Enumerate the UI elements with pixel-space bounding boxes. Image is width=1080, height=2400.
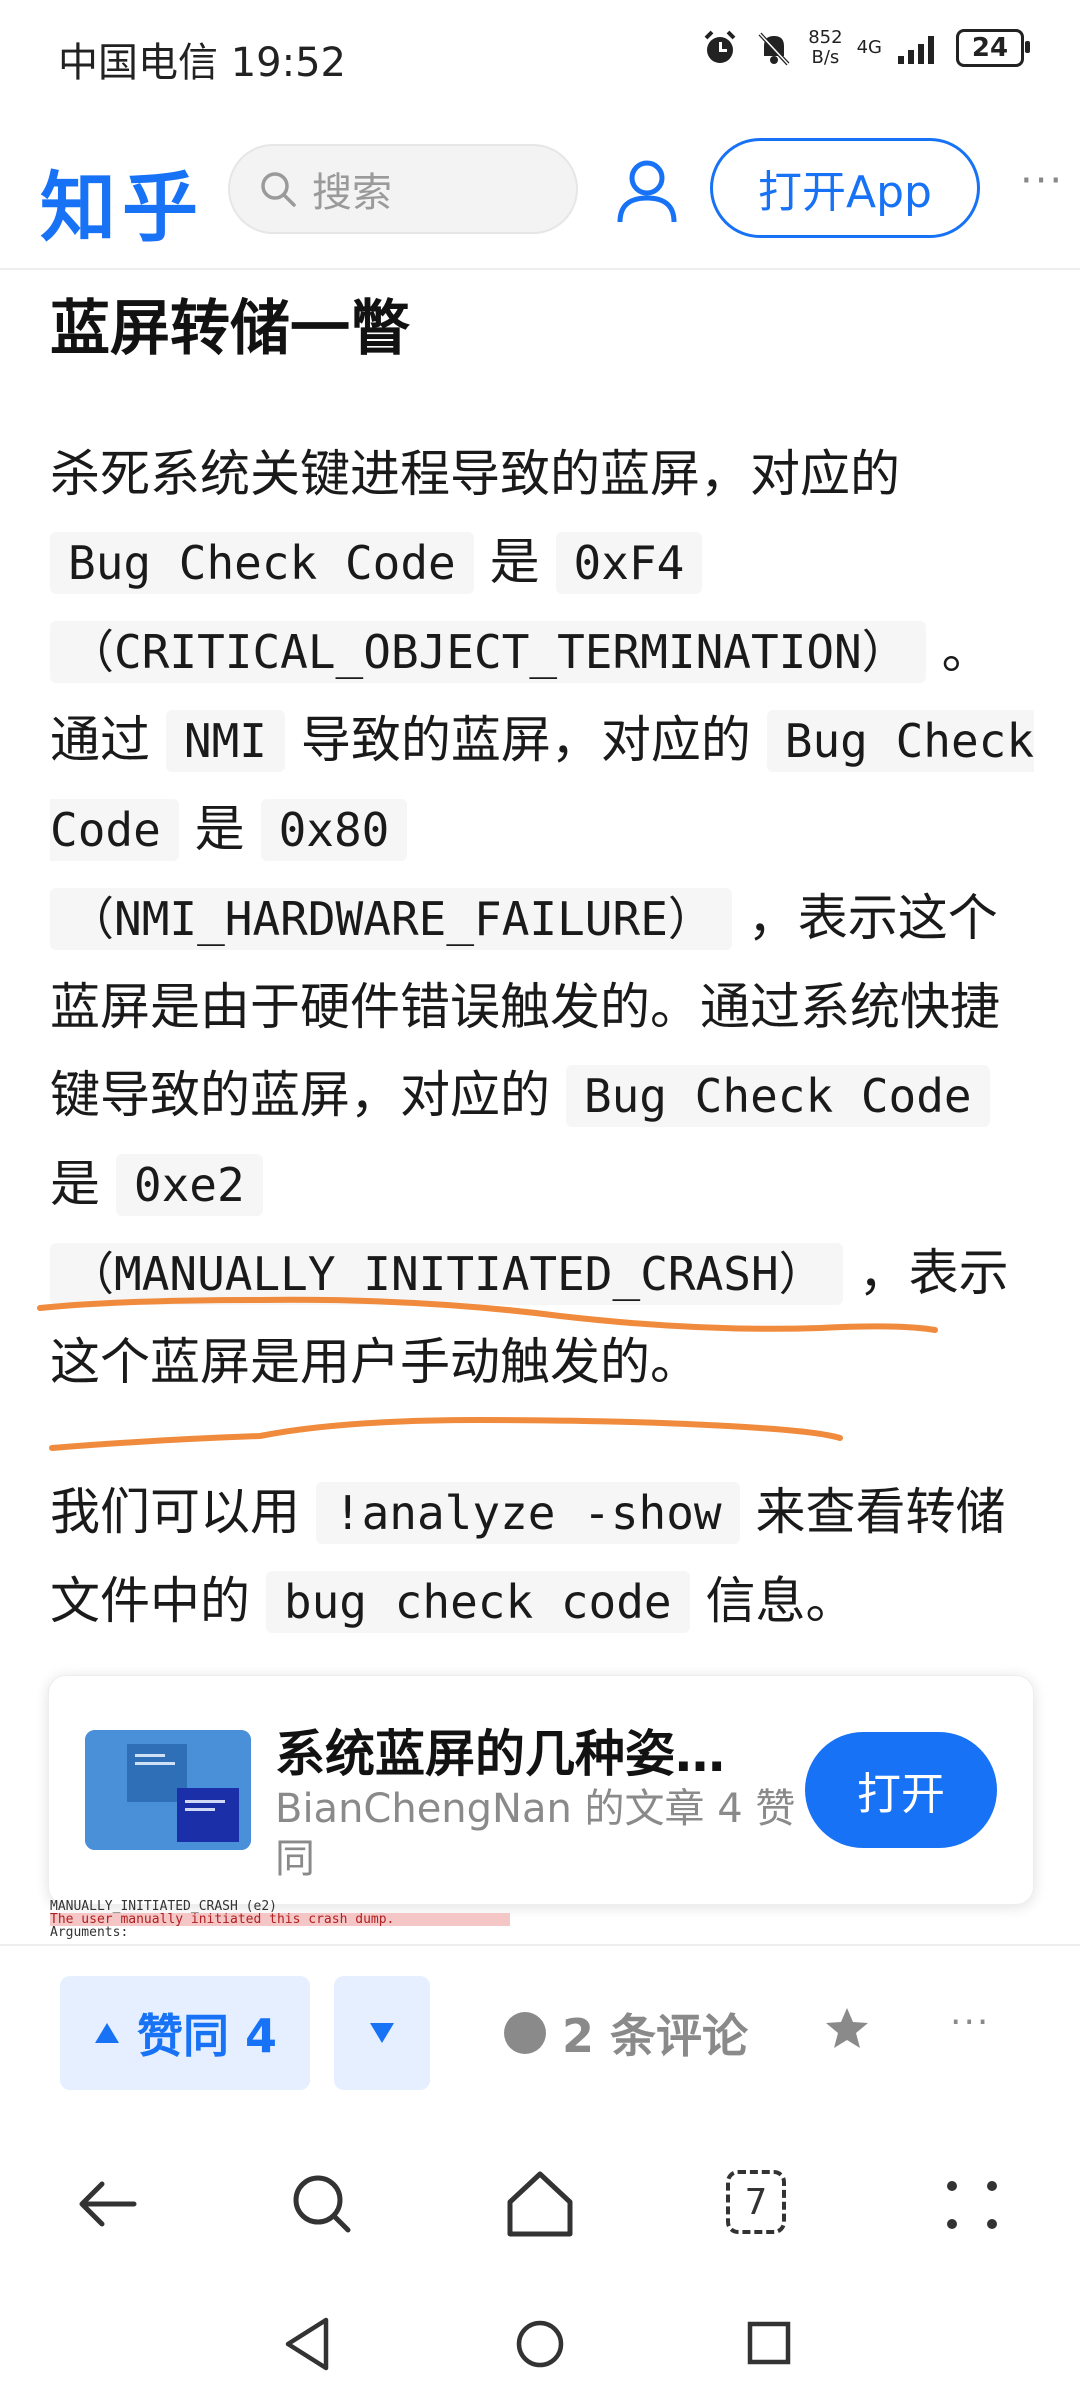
more-icon[interactable]: ··· — [1020, 158, 1064, 204]
zhihu-logo[interactable]: 知乎 — [40, 146, 204, 256]
nav-home-icon[interactable] — [514, 2318, 566, 2370]
paragraph-analyze: 我们可以用 !analyze -show 来查看转储文件中的 bug check… — [50, 1468, 1040, 1646]
inline-code: !analyze -show — [315, 1482, 740, 1544]
net-speed: 852 B/s — [808, 27, 843, 68]
comments-button[interactable]: 2 条评论 — [504, 2000, 748, 2066]
battery-indicator: 24 — [956, 29, 1030, 67]
search-input[interactable]: 搜索 — [228, 144, 578, 234]
inline-code: Bug Check Code — [50, 532, 474, 594]
search-icon — [261, 172, 296, 207]
inline-code: （MANUALLY_INITIATED_CRASH） — [50, 1243, 843, 1305]
bluescreen-thumbnail-image — [85, 1730, 251, 1850]
card-meta: BianChengNan 的文章 4 赞同 — [275, 1786, 796, 1882]
menu-dots-icon[interactable] — [932, 2164, 1012, 2244]
nav-back-icon[interactable] — [282, 2316, 332, 2372]
inline-code: 0xF4 — [555, 532, 703, 594]
home-icon[interactable] — [500, 2164, 580, 2244]
section-title: 蓝屏转储一瞥 — [50, 294, 410, 364]
browser-toolbar: 7 — [0, 2118, 1080, 2288]
favorite-star-icon[interactable] — [822, 2004, 872, 2054]
open-app-button[interactable]: 打开App — [710, 138, 980, 238]
vote-down-button[interactable] — [334, 1976, 430, 2090]
carrier-time: 中国电信 19:52 — [58, 40, 346, 86]
status-icons: 852 B/s 4G 24 — [700, 27, 1030, 68]
inline-code: 0xe2 — [115, 1154, 263, 1216]
triangle-down-icon — [370, 2023, 394, 2043]
search-placeholder: 搜索 — [312, 170, 392, 216]
inline-code: 0x80 — [260, 799, 408, 861]
card-title: 系统蓝屏的几种姿… — [275, 1725, 725, 1783]
app-header: 知乎 搜索 打开App ··· — [0, 118, 1080, 270]
article-thumbnail — [85, 1730, 251, 1850]
search-icon[interactable] — [282, 2164, 362, 2244]
back-arrow-icon[interactable] — [68, 2164, 148, 2244]
nav-recents-icon[interactable] — [746, 2320, 792, 2366]
paragraph-bug-check: 杀死系统关键进程导致的蓝屏，对应的 Bug Check Code 是 0xF4 … — [50, 445, 1035, 1391]
more-icon[interactable]: ··· — [950, 2002, 990, 2043]
status-bar: 中国电信 19:52 852 B/s 4G 24 — [0, 0, 1080, 118]
card-open-button[interactable]: 打开 — [805, 1732, 997, 1848]
action-bar: 赞同 4 2 条评论 ··· — [0, 1944, 1080, 2120]
inline-code: （NMI_HARDWARE_FAILURE） — [50, 888, 732, 950]
annotation-underline — [49, 1416, 843, 1451]
inline-code: （CRITICAL_OBJECT_TERMINATION） — [50, 621, 926, 683]
network-type: 4G — [856, 37, 882, 58]
related-article-card[interactable]: 系统蓝屏的几种姿… BianChengNan 的文章 4 赞同 打开 — [48, 1675, 1034, 1905]
tabs-button[interactable]: 7 — [726, 2170, 786, 2234]
mute-icon — [758, 32, 790, 66]
alarm-icon — [704, 30, 736, 63]
vote-up-button[interactable]: 赞同 4 — [60, 1976, 310, 2090]
user-icon[interactable] — [612, 156, 682, 226]
signal-icon — [898, 36, 934, 64]
comment-icon — [504, 2012, 546, 2054]
system-navigation-bar — [0, 2288, 1080, 2400]
dump-image-peek: MANUALLY_INITIATED_CRASH (e2) The user m… — [50, 1900, 510, 1940]
inline-code: Bug Check Code — [565, 1065, 990, 1127]
inline-code: bug check code — [265, 1571, 690, 1633]
inline-code: NMI — [165, 710, 285, 772]
triangle-up-icon — [94, 2023, 119, 2043]
